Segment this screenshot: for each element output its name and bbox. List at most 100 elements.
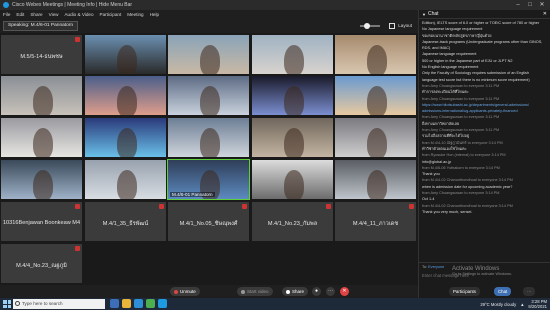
video-tile[interactable]: [167, 34, 250, 75]
menu-share[interactable]: Share: [27, 10, 45, 19]
video-tile[interactable]: [84, 34, 167, 75]
video-tile[interactable]: [334, 117, 417, 158]
video-tile[interactable]: [251, 159, 334, 200]
taskbar: Type here to search 29°C Mostly cloudy ▲…: [0, 298, 550, 310]
participant-tile[interactable]: M.4/4_11_ภาวเดช: [334, 201, 417, 242]
participant-name: M.4/1_No.23_กัมพล: [267, 220, 318, 227]
start-video-button[interactable]: Start video: [237, 287, 273, 296]
video-tile[interactable]: [0, 159, 83, 200]
participant-tile[interactable]: M.4/1_No.23_กัมพล: [251, 201, 334, 242]
muted-mic-icon: [75, 204, 80, 209]
window-title: Cisco Webex Meetings | Meeting Info | Hi…: [12, 2, 133, 8]
chat-message-text: Thank you very much, sensei.: [422, 209, 473, 214]
participant-silhouette: [200, 86, 220, 115]
participant-silhouette: [33, 128, 53, 157]
more-panels-button[interactable]: ⋯: [523, 287, 536, 296]
participants-tab[interactable]: Participants: [449, 287, 480, 296]
taskbar-apps: [110, 299, 167, 309]
video-tile[interactable]: [251, 34, 334, 75]
chat-panel: ▼ Chat ✕ Edition), IELTS score of 6.0 or…: [418, 10, 550, 298]
recipient-select[interactable]: Everyone: [428, 265, 444, 269]
participant-silhouette: [284, 170, 304, 199]
participant-silhouette: [284, 45, 304, 74]
weather-status[interactable]: 29°C Mostly cloudy: [480, 302, 516, 307]
video-tile[interactable]: [251, 75, 334, 116]
muted-mic-icon: [75, 37, 80, 42]
video-tile[interactable]: [84, 117, 167, 158]
network-icon[interactable]: ▲: [520, 302, 524, 307]
maximize-icon[interactable]: □: [524, 0, 536, 10]
unmute-label: Unmute: [180, 289, 196, 294]
video-tile[interactable]: [334, 34, 417, 75]
participant-tile[interactable]: M.4/1_35_ธีรพัฒน์: [84, 201, 167, 242]
menu-meeting[interactable]: Meeting: [124, 10, 146, 19]
chat-header: ▼ Chat ✕: [419, 10, 550, 19]
collapse-caret-icon[interactable]: ▼: [422, 12, 426, 17]
participant-silhouette: [117, 170, 137, 199]
menu-help[interactable]: Help: [147, 10, 162, 19]
unmute-button[interactable]: Unmute: [170, 287, 200, 296]
video-tile[interactable]: [84, 75, 167, 116]
record-button[interactable]: ●: [312, 287, 321, 296]
clock-date: 8/20/2021: [528, 304, 547, 309]
task-view-icon[interactable]: [110, 299, 119, 308]
camera-icon: [241, 289, 245, 294]
muted-mic-icon: [174, 289, 178, 294]
chat-tab-label: Chat: [498, 289, 508, 294]
participant-name: M.4/6-01 Pannatorn: [170, 192, 215, 197]
muted-mic-icon: [242, 204, 247, 209]
video-tile[interactable]: M.4/6-01 Pannatorn: [167, 159, 250, 200]
file-explorer-icon[interactable]: [122, 299, 131, 308]
video-tile[interactable]: [167, 75, 250, 116]
title-bar: Cisco Webex Meetings | Meeting Info | Hi…: [0, 0, 550, 10]
edge-icon[interactable]: [134, 299, 143, 308]
taskbar-search[interactable]: Type here to search: [13, 299, 105, 309]
speaking-indicator: Speaking: M.4/6-01 Pannatorn: [3, 21, 79, 31]
webex-taskbar-icon[interactable]: [158, 299, 167, 308]
participant-silhouette: [117, 45, 137, 74]
video-tile[interactable]: [0, 75, 83, 116]
zoom-slider[interactable]: [360, 23, 380, 29]
menu-participant[interactable]: Participant: [97, 10, 125, 19]
menu-view[interactable]: View: [46, 10, 62, 19]
participant-tile[interactable]: 10316Benjawan Boonkeaw M4: [0, 201, 83, 242]
participant-tile[interactable]: M.5/5-14-ธนพชษ: [0, 34, 83, 75]
video-tile[interactable]: [84, 159, 167, 200]
close-chat-icon[interactable]: ✕: [543, 11, 547, 17]
search-icon: [15, 301, 20, 306]
participant-name: M.5/5-14-ธนพชษ: [20, 53, 63, 60]
leave-meeting-button[interactable]: ✕: [340, 287, 349, 296]
video-tile[interactable]: [334, 75, 417, 116]
chrome-icon[interactable]: [146, 299, 155, 308]
participants-label: Participants: [453, 289, 476, 294]
webex-logo-icon: [3, 2, 9, 8]
menu-file[interactable]: File: [0, 10, 13, 19]
share-button[interactable]: Share: [282, 287, 309, 296]
participant-name: M.4/4_11_ภาวเดช: [352, 220, 399, 227]
participant-name: M.4/4_No.23_ณฐภูมิ: [16, 262, 67, 269]
participant-tile[interactable]: M.4/1_No.05_ชิษณุพงศ์: [167, 201, 250, 242]
windows-start-icon[interactable]: [3, 300, 11, 308]
video-tile[interactable]: [167, 117, 250, 158]
participant-tile[interactable]: M.4/4_No.23_ณฐภูมิ: [0, 243, 83, 284]
chat-messages[interactable]: Edition), IELTS score of 6.0 or higher o…: [419, 19, 550, 261]
video-tile[interactable]: [0, 117, 83, 158]
more-options-button[interactable]: ⋯: [326, 287, 335, 296]
search-placeholder: Type here to search: [22, 301, 63, 306]
menu-audio-video[interactable]: Audio & Video: [61, 10, 96, 19]
minimize-icon[interactable]: –: [512, 0, 524, 10]
layout-button[interactable]: Layout: [389, 22, 412, 30]
clock[interactable]: 3:28 PM 8/20/2021: [528, 299, 547, 309]
close-icon[interactable]: ✕: [536, 0, 548, 10]
panel-tabs: Participants Chat ⋯: [419, 285, 550, 298]
meeting-top-strip: Speaking: M.4/6-01 Pannatorn Layout: [0, 19, 418, 33]
participant-silhouette: [33, 170, 53, 199]
video-tile[interactable]: [334, 159, 417, 200]
menu-edit[interactable]: Edit: [13, 10, 27, 19]
video-tile[interactable]: [251, 117, 334, 158]
participant-name: M.4/1_No.05_ชิษณุพงศ์: [179, 220, 238, 227]
participant-silhouette: [33, 86, 53, 115]
chat-tab[interactable]: Chat: [494, 287, 512, 296]
slider-knob[interactable]: [364, 23, 370, 29]
muted-mic-icon: [326, 204, 331, 209]
